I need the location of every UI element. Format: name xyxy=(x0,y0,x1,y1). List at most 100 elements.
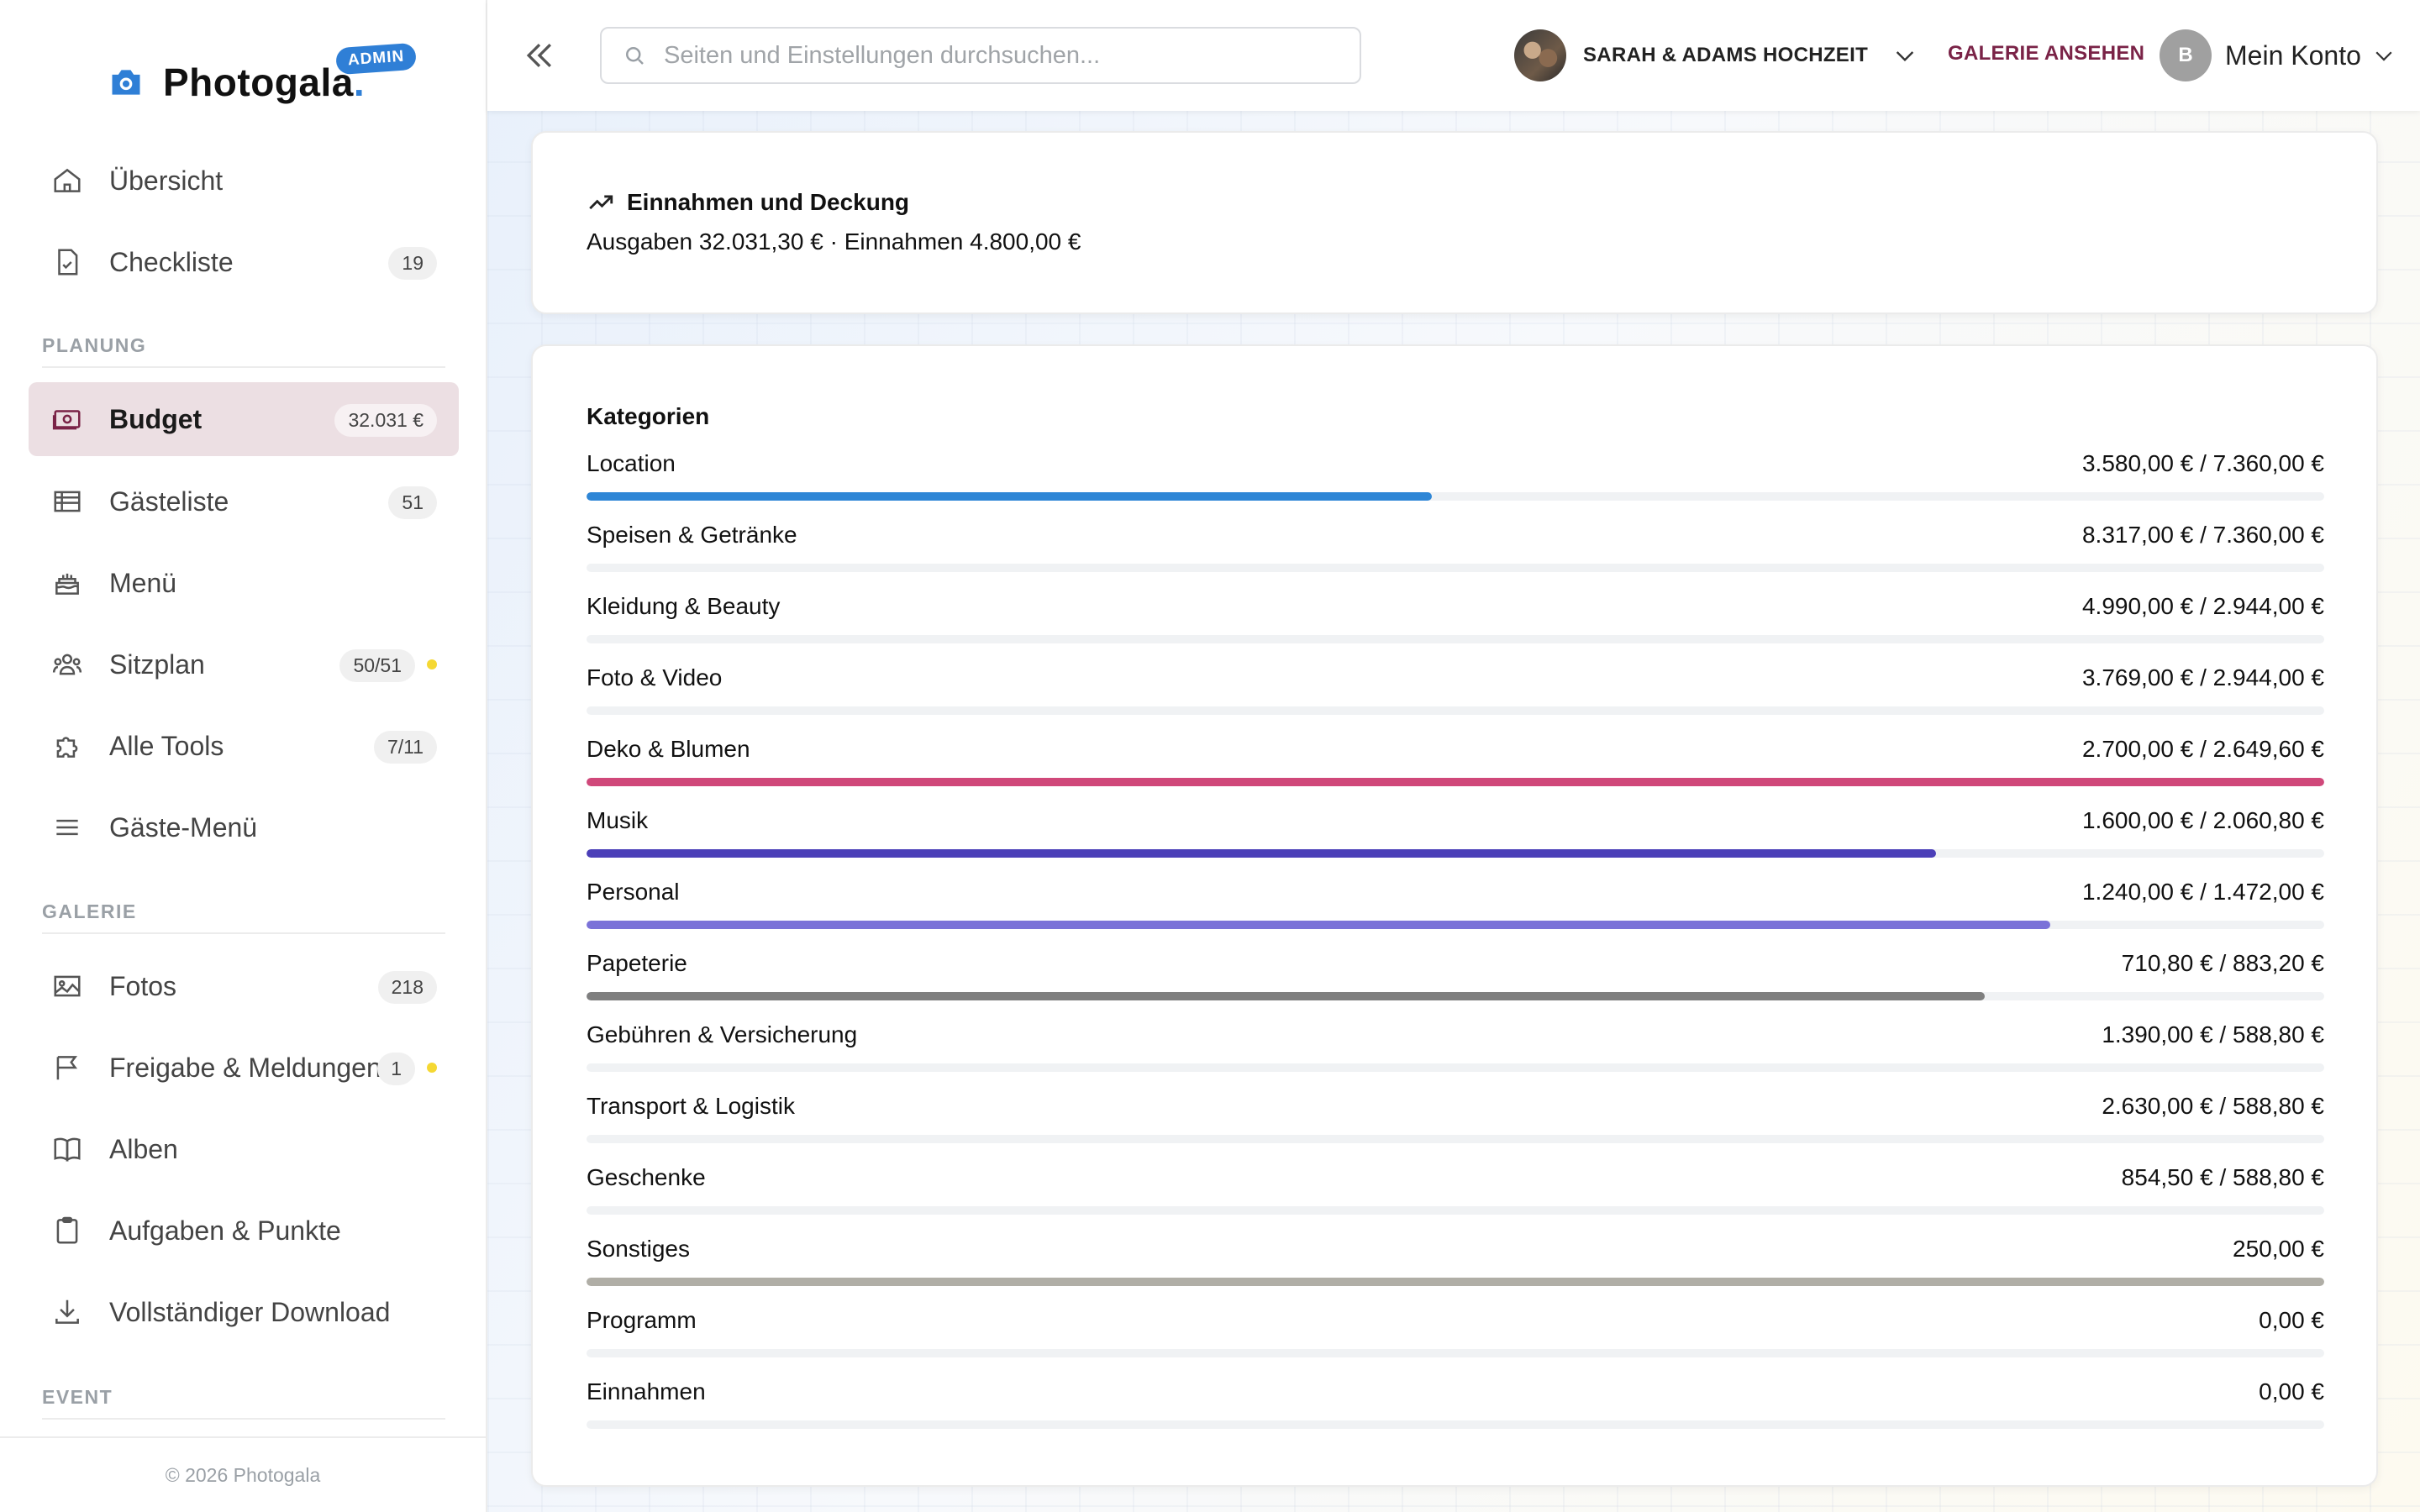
category-row[interactable]: Kleidung & Beauty 4.990,00 € / 2.944,00 € xyxy=(587,593,2324,664)
section-label-galerie: GALERIE xyxy=(42,900,137,922)
collapse-sidebar-icon[interactable] xyxy=(521,37,558,74)
search-icon xyxy=(626,47,644,65)
category-name: Musik xyxy=(587,807,649,833)
sidebar-item-label: Menü xyxy=(109,567,177,598)
search-bar[interactable] xyxy=(600,27,1361,84)
sidebar-item-checkliste[interactable]: Checkliste 19 xyxy=(29,225,459,299)
summary-text: Ausgaben 32.031,30 € · Einnahmen 4.800,0… xyxy=(587,228,1081,255)
category-row[interactable]: Personal 1.240,00 € / 1.472,00 € xyxy=(587,879,2324,950)
category-progress-fill xyxy=(587,992,1986,1000)
view-gallery-link[interactable]: GALERIE ANSEHEN xyxy=(1948,42,2144,66)
divider xyxy=(42,932,445,934)
category-progress-track xyxy=(587,1278,2324,1286)
category-amount: 4.990,00 € / 2.944,00 € xyxy=(2081,593,2324,619)
category-name: Programm xyxy=(587,1307,697,1333)
count-badge: 1 xyxy=(377,1053,415,1085)
category-row[interactable]: Programm 0,00 € xyxy=(587,1307,2324,1378)
chevron-down-icon xyxy=(1896,51,1914,62)
sidebar-item-gaeste-menue[interactable]: Gäste-Menü xyxy=(29,790,459,864)
count-badge: 7/11 xyxy=(373,731,437,764)
category-row[interactable]: Einnahmen 0,00 € xyxy=(587,1378,2324,1450)
sidebar-item-menue[interactable]: Menü xyxy=(29,546,459,620)
category-amount: 710,80 € / 883,20 € xyxy=(2121,950,2324,976)
sidebar-item-gaesteliste[interactable]: Gästeliste 51 xyxy=(29,465,459,538)
sidebar-item-label: Alle Tools xyxy=(109,730,224,761)
event-selector[interactable]: SARAH & ADAMS HOCHZEIT xyxy=(1514,29,1918,82)
sidebar-item-label: Alben xyxy=(109,1133,178,1164)
category-name: Foto & Video xyxy=(587,664,723,690)
image-icon xyxy=(50,969,84,1003)
divider xyxy=(42,1418,445,1420)
category-row[interactable]: Speisen & Getränke 8.317,00 € / 7.360,00 … xyxy=(587,522,2324,593)
sidebar-item-uebersicht[interactable]: Übersicht xyxy=(29,144,459,218)
sidebar-item-aufgaben[interactable]: Aufgaben & Punkte xyxy=(29,1194,459,1268)
count-badge: 19 xyxy=(388,247,437,280)
category-row[interactable]: Gebühren & Versicherung 1.390,00 € / 588,… xyxy=(587,1021,2324,1093)
flag-icon xyxy=(50,1051,84,1084)
category-progress-track xyxy=(587,1206,2324,1215)
sidebar-item-label: Fotos xyxy=(109,970,177,1001)
count-badge: 51 xyxy=(388,486,437,519)
category-amount: 1.600,00 € / 2.060,80 € xyxy=(2081,807,2324,833)
sidebar-item-label: Gästeliste xyxy=(109,486,229,517)
category-progress-track xyxy=(587,706,2324,715)
count-badge: 50/51 xyxy=(339,649,415,682)
category-name: Papeterie xyxy=(587,950,687,976)
hamburger-icon xyxy=(50,811,84,844)
category-row[interactable]: Papeterie 710,80 € / 883,20 € xyxy=(587,950,2324,1021)
account-menu[interactable]: B Mein Konto xyxy=(2160,29,2396,82)
search-input[interactable] xyxy=(664,41,1353,70)
category-row[interactable]: Geschenke 854,50 € / 588,80 € xyxy=(587,1164,2324,1236)
category-progress-track xyxy=(587,1063,2324,1072)
chevron-down-icon xyxy=(2375,51,2392,61)
brand-logo[interactable]: Photogala. xyxy=(108,57,365,108)
sidebar-item-label: Checkliste xyxy=(109,246,234,277)
event-name: SARAH & ADAMS HOCHZEIT xyxy=(1583,44,1869,66)
sidebar-item-alben[interactable]: Alben xyxy=(29,1112,459,1186)
category-row[interactable]: Deko & Blumen 2.700,00 € / 2.649,60 € xyxy=(587,736,2324,807)
category-amount: 8.317,00 € / 7.360,00 € xyxy=(2081,522,2324,548)
sidebar-item-budget[interactable]: Budget 32.031 € xyxy=(29,382,459,456)
category-row[interactable]: Foto & Video 3.769,00 € / 2.944,00 € xyxy=(587,664,2324,736)
category-progress-track xyxy=(587,564,2324,572)
category-progress-track xyxy=(587,492,2324,501)
card-title-text: Einnahmen und Deckung xyxy=(627,189,910,215)
category-progress-track xyxy=(587,635,2324,643)
notification-dot xyxy=(427,1063,437,1073)
category-name: Location xyxy=(587,450,676,476)
sidebar-item-label: Aufgaben & Punkte xyxy=(109,1215,341,1246)
category-progress-track xyxy=(587,1420,2324,1429)
category-progress-track xyxy=(587,778,2324,786)
section-label-planung: PLANUNG xyxy=(42,334,147,356)
sidebar-item-freigabe[interactable]: Freigabe & Meldungen 1 xyxy=(29,1031,459,1105)
sidebar-item-fotos[interactable]: Fotos 218 xyxy=(29,949,459,1023)
admin-badge: ADMIN xyxy=(334,42,418,76)
category-name: Deko & Blumen xyxy=(587,736,750,762)
sidebar-item-sitzplan[interactable]: Sitzplan 50/51 xyxy=(29,627,459,701)
brand-name: Photogala. xyxy=(163,60,366,104)
divider xyxy=(42,366,445,368)
category-amount: 0,00 € xyxy=(2259,1307,2324,1333)
category-name: Personal xyxy=(587,879,680,905)
category-amount: 250,00 € xyxy=(2233,1236,2324,1262)
category-row[interactable]: Location 3.580,00 € / 7.360,00 € xyxy=(587,450,2324,522)
sidebar: Photogala. ADMIN Übersicht Checkliste 19… xyxy=(0,0,487,1512)
category-row[interactable]: Transport & Logistik 2.630,00 € / 588,80 … xyxy=(587,1093,2324,1164)
sidebar-item-label: Freigabe & Meldungen xyxy=(109,1052,381,1083)
category-name: Speisen & Getränke xyxy=(587,522,797,548)
category-amount: 3.769,00 € / 2.944,00 € xyxy=(2081,664,2324,690)
download-icon xyxy=(50,1295,84,1329)
trending-up-icon xyxy=(589,195,613,210)
event-avatar xyxy=(1514,29,1566,81)
clipboard-icon xyxy=(50,1214,84,1247)
book-icon xyxy=(50,1132,84,1166)
topbar: SARAH & ADAMS HOCHZEIT GALERIE ANSEHEN B… xyxy=(487,0,2420,111)
sidebar-item-alle-tools[interactable]: Alle Tools 7/11 xyxy=(29,709,459,783)
category-name: Geschenke xyxy=(587,1164,706,1190)
sidebar-item-label: Vollständiger Download xyxy=(109,1296,391,1327)
category-row[interactable]: Sonstiges 250,00 € xyxy=(587,1236,2324,1307)
category-row[interactable]: Musik 1.600,00 € / 2.060,80 € xyxy=(587,807,2324,879)
sidebar-item-download[interactable]: Vollständiger Download xyxy=(29,1275,459,1349)
category-progress-track xyxy=(587,921,2324,929)
category-progress-fill xyxy=(587,849,1936,858)
